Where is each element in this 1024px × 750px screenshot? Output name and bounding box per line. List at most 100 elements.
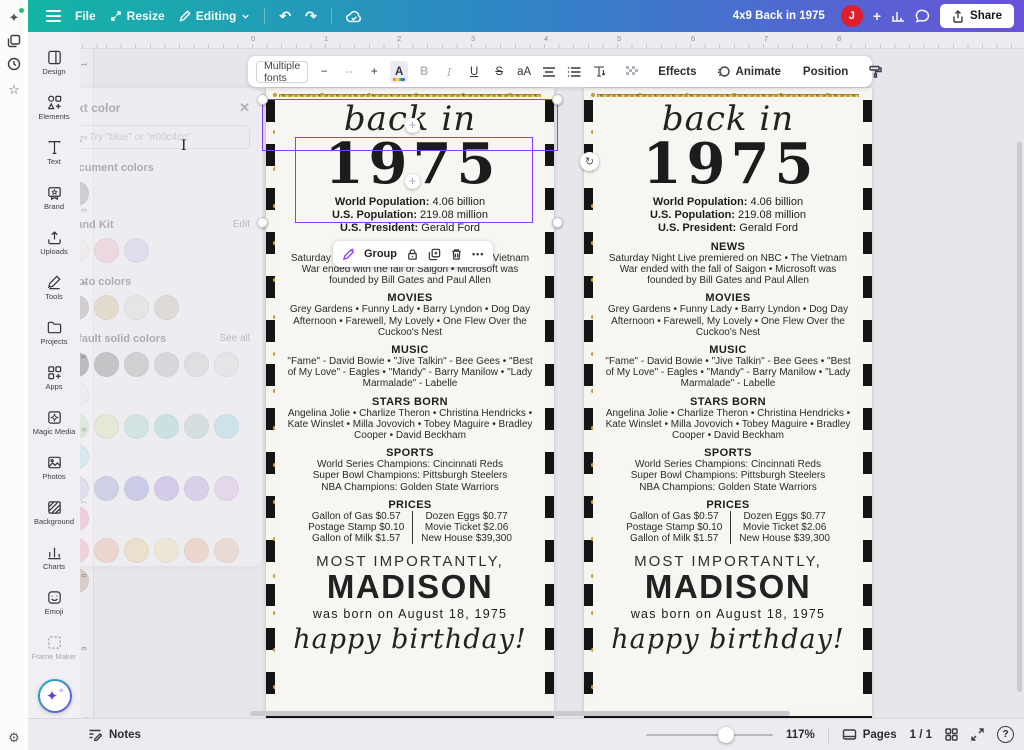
color-swatch[interactable] <box>124 238 149 263</box>
sidebar-item-elements[interactable]: Elements <box>29 85 79 130</box>
recent-clock-icon[interactable] <box>6 56 22 72</box>
font-family-selector[interactable]: Multiple fonts <box>256 61 308 83</box>
poster-name[interactable]: MADISON <box>327 570 493 605</box>
text-color-button[interactable]: A <box>390 61 408 83</box>
color-swatch[interactable] <box>124 352 149 377</box>
animate-button[interactable]: Animate <box>732 66 785 78</box>
poster-born-line[interactable]: was born on August 18, 1975 <box>313 607 507 621</box>
poster-born-line[interactable]: was born on August 18, 1975 <box>631 607 825 621</box>
color-swatch[interactable] <box>124 295 149 320</box>
file-menu[interactable]: File <box>75 9 96 23</box>
settings-gear-icon[interactable]: ⚙ <box>6 730 22 746</box>
font-size-decrease-button[interactable]: − <box>315 61 333 83</box>
comments-icon[interactable] <box>915 9 930 23</box>
poster-name[interactable]: MADISON <box>645 570 811 605</box>
underline-button[interactable]: U <box>465 61 483 83</box>
color-swatch[interactable] <box>154 352 179 377</box>
poster-sections[interactable]: NEWSSaturday Night Live premiered on NBC… <box>601 235 855 493</box>
sidebar-item-charts[interactable]: Charts <box>29 535 79 580</box>
element-move-handle[interactable]: ✛ <box>405 174 420 189</box>
poster-happy-birthday[interactable]: happy birthday! <box>293 624 526 655</box>
sidebar-item-apps[interactable]: Apps <box>29 355 79 400</box>
sidebar-item-emoji[interactable]: Emoji <box>29 580 79 625</box>
list-button[interactable] <box>565 61 583 83</box>
color-swatch[interactable] <box>154 476 179 501</box>
poster-stats[interactable]: World Population: 4.06 billionU.S. Popul… <box>650 196 806 235</box>
sidebar-item-design[interactable]: Design <box>29 40 79 85</box>
help-button[interactable]: ? <box>997 726 1014 743</box>
color-swatch[interactable] <box>94 295 119 320</box>
brand-kit-edit-link[interactable]: Edit <box>233 219 250 231</box>
zoom-level[interactable]: 117% <box>786 729 815 741</box>
more-options-button[interactable]: ••• <box>472 249 484 259</box>
color-swatch[interactable] <box>184 538 209 563</box>
document-title[interactable]: 4x9 Back in 1975 <box>733 10 825 22</box>
font-size-value[interactable]: -- <box>340 61 358 83</box>
color-swatch[interactable] <box>214 476 239 501</box>
vertical-scrollbar[interactable] <box>1017 142 1022 692</box>
poster-prices[interactable]: PRICES Gallon of Gas $0.57 Postage Stamp… <box>300 499 520 545</box>
group-button[interactable]: Group <box>364 248 397 260</box>
color-swatch[interactable] <box>124 538 149 563</box>
sidebar-item-frame-maker[interactable]: Frame Maker <box>29 625 79 670</box>
color-swatch[interactable] <box>124 414 149 439</box>
zoom-slider-thumb[interactable] <box>718 727 734 743</box>
strikethrough-button[interactable]: S <box>490 61 508 83</box>
sidebar-item-tools[interactable]: Tools <box>29 265 79 310</box>
share-button[interactable]: Share <box>940 4 1014 28</box>
color-swatch[interactable] <box>94 414 119 439</box>
redo-button[interactable]: ↷ <box>305 9 317 23</box>
bold-button[interactable]: B <box>415 61 433 83</box>
zoom-slider[interactable] <box>646 734 773 736</box>
sidebar-item-background[interactable]: Background <box>29 490 79 535</box>
poster-happy-birthday[interactable]: happy birthday! <box>611 624 844 655</box>
editing-mode-dropdown[interactable]: Editing <box>179 9 251 23</box>
trash-icon[interactable] <box>450 248 463 261</box>
font-size-increase-button[interactable]: + <box>365 61 383 83</box>
text-spacing-button[interactable] <box>590 61 608 83</box>
selection-handle-bottom-right[interactable] <box>552 217 563 228</box>
effects-button[interactable]: Effects <box>654 66 700 78</box>
see-all-link[interactable]: See all <box>219 333 250 345</box>
selection-handle-top-right[interactable] <box>552 94 563 105</box>
add-member-button[interactable]: + <box>873 9 881 23</box>
poster-prices[interactable]: PRICES Gallon of Gas $0.57 Postage Stamp… <box>618 499 838 545</box>
color-swatch[interactable] <box>94 238 119 263</box>
color-swatch[interactable] <box>214 414 239 439</box>
copy-style-roller-icon[interactable] <box>866 61 884 83</box>
main-menu-button[interactable] <box>46 10 61 22</box>
sidebar-item-magic-media[interactable]: Magic Media <box>29 400 79 445</box>
poster-page-2[interactable]: back in 1975 World Population: 4.06 bill… <box>584 88 872 718</box>
transparency-button[interactable] <box>622 61 640 83</box>
text-case-button[interactable]: aA <box>515 61 533 83</box>
duplicate-icon[interactable] <box>428 248 441 261</box>
poster-title-year[interactable]: 1975 <box>638 138 819 191</box>
color-swatch[interactable] <box>154 414 179 439</box>
color-swatch[interactable] <box>184 352 209 377</box>
color-swatch[interactable] <box>124 476 149 501</box>
magic-edit-icon[interactable] <box>342 248 355 261</box>
user-avatar[interactable]: J <box>841 5 863 27</box>
sidebar-item-projects[interactable]: Projects <box>29 310 79 355</box>
undo-button[interactable]: ↶ <box>279 9 291 23</box>
sidebar-item-text[interactable]: Text <box>29 130 79 175</box>
text-align-button[interactable] <box>540 61 558 83</box>
rotate-handle[interactable]: ↻ <box>580 152 599 171</box>
color-swatch[interactable] <box>184 476 209 501</box>
color-swatch[interactable] <box>214 352 239 377</box>
color-swatch[interactable] <box>154 538 179 563</box>
position-button[interactable]: Position <box>799 66 852 78</box>
sidebar-item-uploads[interactable]: Uploads <box>29 220 79 265</box>
lock-icon[interactable] <box>406 248 419 261</box>
close-panel-icon[interactable]: ✕ <box>239 100 250 116</box>
color-swatch[interactable] <box>214 538 239 563</box>
element-move-handle[interactable]: ✛ <box>405 118 420 133</box>
color-search-input[interactable]: Try "blue" or "#00c4cc" <box>64 125 250 149</box>
sidebar-item-photos[interactable]: Photos <box>29 445 79 490</box>
grid-view-button[interactable] <box>945 728 958 741</box>
color-swatch[interactable] <box>94 538 119 563</box>
canva-assistant-button[interactable]: ✦✧ <box>38 679 72 713</box>
cloud-save-status-icon[interactable] <box>346 10 362 23</box>
pages-button[interactable]: Pages <box>842 728 897 741</box>
insights-chart-icon[interactable] <box>891 10 905 23</box>
